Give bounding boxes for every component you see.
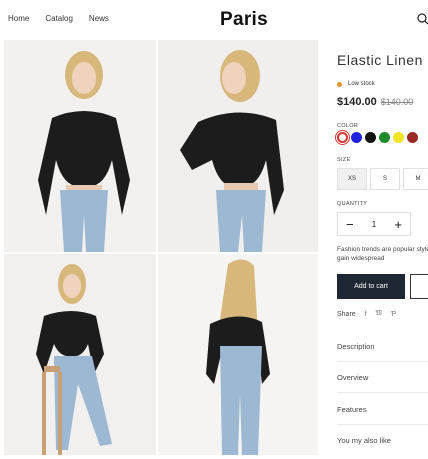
product-gallery bbox=[4, 40, 318, 455]
color-swatch-4[interactable] bbox=[393, 132, 404, 143]
product-photo-back[interactable] bbox=[158, 254, 318, 455]
stock-text: Low stock bbox=[348, 81, 375, 87]
color-swatch-1[interactable] bbox=[351, 132, 362, 143]
search-icon[interactable] bbox=[416, 12, 428, 26]
product-price: $140.00 $140.00 bbox=[337, 96, 413, 108]
twitter-icon[interactable]: 𝔚 bbox=[376, 310, 382, 318]
color-swatch-5[interactable] bbox=[407, 132, 418, 143]
size-label: SIZE bbox=[337, 157, 351, 163]
nav-home[interactable]: Home bbox=[8, 14, 29, 23]
current-price: $140.00 bbox=[337, 96, 377, 108]
nav-news[interactable]: News bbox=[89, 14, 109, 23]
accordion-also-like[interactable]: You my also like bbox=[337, 425, 428, 456]
accordion-overview[interactable]: Overview bbox=[337, 362, 428, 393]
facebook-icon[interactable]: f bbox=[365, 311, 367, 318]
add-to-cart-button[interactable]: Add to cart bbox=[337, 274, 405, 299]
site-header: Home Catalog News Paris bbox=[0, 0, 428, 40]
product-title: Elastic Linen bbox=[337, 52, 423, 68]
color-swatch-0[interactable] bbox=[337, 132, 348, 143]
share-row: Share f 𝔚 Ƥ bbox=[337, 310, 396, 318]
share-label: Share bbox=[337, 310, 356, 318]
product-photo-angle[interactable] bbox=[158, 40, 318, 252]
quantity-value[interactable]: 1 bbox=[372, 220, 376, 229]
stock-status: Low stock bbox=[337, 81, 375, 87]
accordion-description[interactable]: Description bbox=[337, 331, 428, 362]
product-panel: Elastic Linen Low stock $140.00 $140.00 C… bbox=[337, 40, 428, 459]
accordion-features[interactable]: Features bbox=[337, 394, 428, 425]
color-swatches bbox=[337, 132, 418, 143]
product-photo-sitting[interactable] bbox=[4, 254, 156, 455]
quantity-label: QUANTITY bbox=[337, 201, 368, 207]
color-label: COLOR bbox=[337, 123, 359, 129]
product-photo-front[interactable] bbox=[4, 40, 156, 252]
size-option-xs[interactable]: XS bbox=[337, 168, 367, 190]
stock-dot-icon bbox=[337, 81, 342, 87]
quantity-stepper: − 1 + bbox=[337, 212, 411, 236]
size-option-m[interactable]: M bbox=[403, 168, 428, 190]
main-nav: Home Catalog News bbox=[8, 14, 125, 23]
size-option-s[interactable]: S bbox=[370, 168, 400, 190]
nav-catalog[interactable]: Catalog bbox=[45, 14, 73, 23]
old-price: $140.00 bbox=[380, 97, 414, 107]
color-swatch-3[interactable] bbox=[379, 132, 390, 143]
plus-icon[interactable]: + bbox=[394, 218, 402, 231]
pinterest-icon[interactable]: Ƥ bbox=[391, 311, 396, 318]
site-logo[interactable]: Paris bbox=[220, 9, 268, 31]
color-swatch-2[interactable] bbox=[365, 132, 376, 143]
minus-icon[interactable]: − bbox=[346, 218, 354, 231]
short-description: Fashion trends are popular styles that g… bbox=[337, 246, 428, 262]
size-options: XS S M bbox=[337, 168, 428, 190]
wishlist-button[interactable] bbox=[410, 274, 428, 299]
